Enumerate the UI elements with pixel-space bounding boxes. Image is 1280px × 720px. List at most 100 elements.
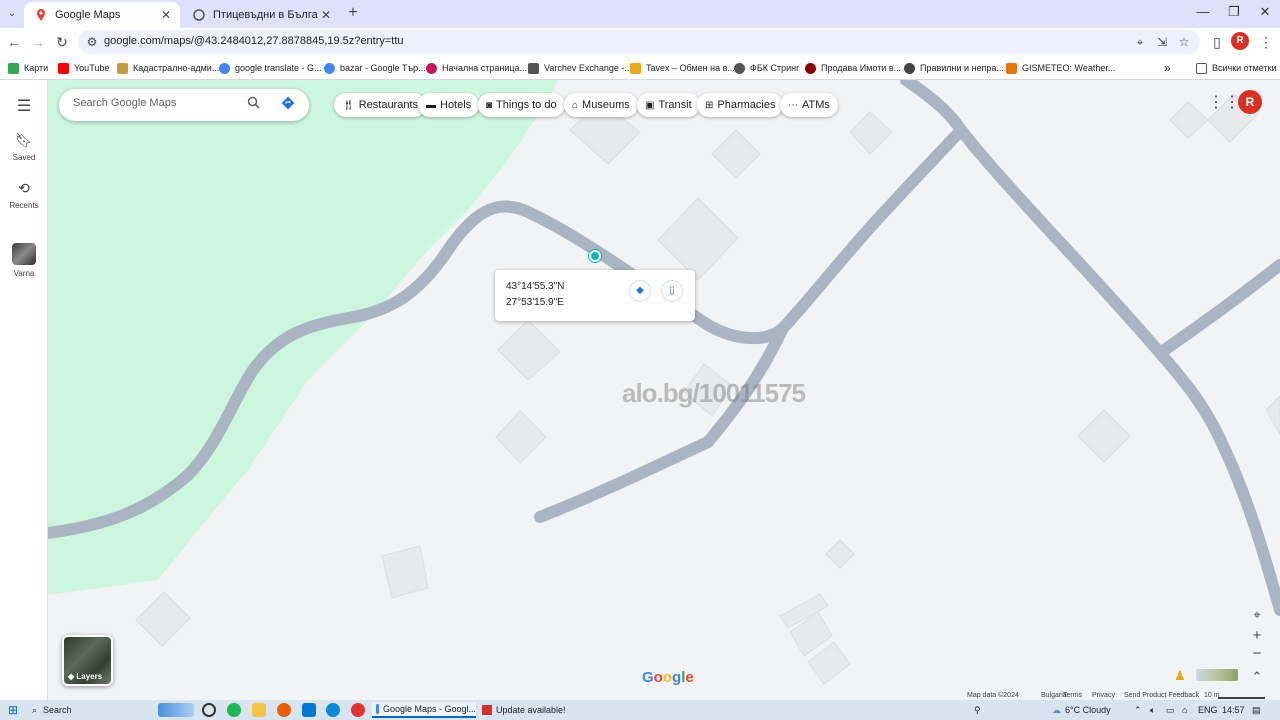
privacy-link[interactable]: Privacy [1092,692,1115,699]
chip-museums[interactable]: ⌂ Museums [564,93,638,117]
bookmark-item[interactable]: GISMETEO: Weather... [1006,60,1115,76]
tab-search-button[interactable]: ⌄ [2,4,22,24]
minimize-button[interactable]: — [1188,4,1218,24]
layers-button[interactable]: ◈ Layers [62,635,113,686]
location-icon[interactable]: ⌖ [1132,34,1148,50]
map-canvas[interactable]: alo.bg/10011575 43°14'55.3"N 27°53'15.9"… [48,80,1280,700]
taskbar-app-google-maps[interactable]: Google Maps - Googl... [372,702,476,718]
reload-button[interactable]: ↻ [52,32,72,52]
menu-dots-icon[interactable]: ⋮ [1256,32,1276,52]
coordinates-card[interactable]: 43°14'55.3"N 27°53'15.9"E ◆ ▯ [495,270,695,321]
dropped-pin-marker[interactable] [589,250,601,262]
bookmark-item[interactable]: YouTube [58,60,109,76]
bookmark-item[interactable]: Tavex – Обмен на в... [630,60,735,76]
pharmacy-icon: ⊞ [705,99,714,111]
firefox-icon[interactable] [277,703,291,717]
all-bookmarks-button[interactable]: Всички отметки [1196,60,1277,76]
new-tab-button[interactable]: + [343,3,363,23]
feedback-link[interactable]: Send Product Feedback [1124,692,1199,699]
gismeteo-icon [1006,62,1017,74]
bookmark-item[interactable]: bazar - Google Тър... [324,60,426,76]
spotify-icon[interactable] [227,703,241,717]
homepage-icon [426,62,437,74]
mail-icon[interactable] [302,703,316,717]
tab-close-icon[interactable]: ✕ [158,8,174,22]
taskbar-search-label: Search [43,705,72,715]
chip-atms[interactable]: ⋯ ATMs [780,93,838,117]
taskbar-search[interactable]: ⌕ Search [32,702,72,718]
search-input[interactable] [73,97,233,109]
side-panel-icon[interactable]: ▯ [1207,32,1227,52]
bookmark-label: Карти [24,63,49,73]
chip-transit[interactable]: ▣ Transit [637,93,700,117]
search-highlight-icon [158,703,194,717]
bookmark-item[interactable]: Кадастрално-адми... [117,60,219,76]
volume-icon[interactable]: 🔈︎ [1150,702,1155,718]
bookmarks-overflow-button[interactable]: » [1164,60,1171,76]
account-avatar[interactable]: R [1238,90,1262,114]
install-app-icon[interactable]: ⇲ [1154,34,1170,50]
windows-start-icon[interactable]: ⊞ [6,703,20,717]
my-location-button[interactable]: ⌖ [1247,606,1267,624]
cadastre-icon [117,62,128,74]
task-view-icon[interactable] [202,703,216,717]
maps-left-rail: ☰ 🔖︎ Saved ⟲ Recents Varna [0,80,48,700]
bookmark-star-icon[interactable]: ☆ [1176,34,1192,50]
chip-things-to-do[interactable]: ◙ Things to do [478,93,565,117]
address-bar[interactable]: ⚙ google.com/maps/@43.2484012,27.8878845… [78,30,1200,54]
bookmark-item[interactable]: google translate - G... [219,60,322,76]
zoom-out-button[interactable]: − [1247,645,1267,663]
network-icon[interactable]: ⌂ [1182,702,1187,718]
tray-chevron-icon[interactable]: ⌃ [1134,702,1142,718]
save-place-button[interactable]: ▯ [661,280,683,302]
bookmark-item[interactable]: Карти [8,60,48,76]
directions-icon[interactable] [281,96,299,114]
site-info-icon[interactable]: ⚙ [84,34,100,50]
clock[interactable]: 14:57 [1222,702,1245,718]
edge-icon[interactable] [326,703,340,717]
chip-hotels[interactable]: ▬ Hotels [418,93,480,117]
copilot-icon[interactable]: ⚲ [974,702,981,718]
layers-text: Layers [76,672,103,681]
recent-place-varna[interactable]: Varna [0,243,48,278]
chip-restaurants[interactable]: 🍴︎ Restaurants [334,93,427,117]
search-box[interactable] [59,89,309,121]
bookmark-item[interactable]: Правилни и непра... [904,60,1004,76]
profile-avatar[interactable]: R [1231,32,1249,50]
bookmark-item[interactable]: Varchev Exchange -... [528,60,632,76]
file-explorer-icon[interactable] [252,703,266,717]
expand-icon[interactable]: ⌃ [1247,668,1267,686]
restore-button[interactable]: ❐ [1219,4,1249,24]
opera-icon[interactable] [351,703,365,717]
hamburger-menu-icon[interactable]: ☰ [0,96,48,116]
search-icon[interactable] [247,96,265,114]
update-icon [482,705,492,715]
tavex-icon [630,62,641,74]
directions-button[interactable]: ◆ [629,280,651,302]
tab-close-icon[interactable]: ✕ [318,8,334,22]
language-indicator[interactable]: ENG [1198,702,1218,718]
back-button[interactable]: ← [4,32,24,52]
battery-icon[interactable]: ▭ [1166,702,1175,718]
pegman-icon[interactable]: ♟ [1170,667,1190,685]
chip-pharmacies[interactable]: ⊞ Pharmacies [697,93,784,117]
tab-ptitsevadni[interactable]: Птицевъдни в България. Коко ✕ [182,2,340,28]
imagery-thumbnails[interactable] [1196,669,1238,681]
bookmark-item[interactable]: Начална страница... [426,60,527,76]
saved-button[interactable]: 🔖︎ Saved [0,132,48,162]
bookmark-item[interactable]: Продава Имоти в... [805,60,901,76]
google-logo: Google [642,669,694,686]
tab-google-maps[interactable]: Google Maps ✕ [24,2,180,28]
weather-widget[interactable]: ☁ 6°C Cloudy [1052,702,1111,718]
taskbar-app-label: Google Maps - Googl... [382,704,476,714]
bookmark-label: YouTube [74,63,110,73]
forward-button[interactable]: → [28,32,48,52]
zoom-in-button[interactable]: + [1247,627,1267,645]
bookmark-item[interactable]: ФБК Стринг [734,60,799,76]
terms-link[interactable]: Terms [1063,692,1082,699]
taskbar-app-update[interactable]: Update available! [482,702,566,718]
recents-button[interactable]: ⟲ Recents [0,180,48,210]
notifications-icon[interactable]: ▤ [1252,702,1261,718]
google-apps-icon[interactable]: ⋮⋮⋮ [1208,91,1256,115]
close-window-button[interactable]: ✕ [1250,4,1280,24]
